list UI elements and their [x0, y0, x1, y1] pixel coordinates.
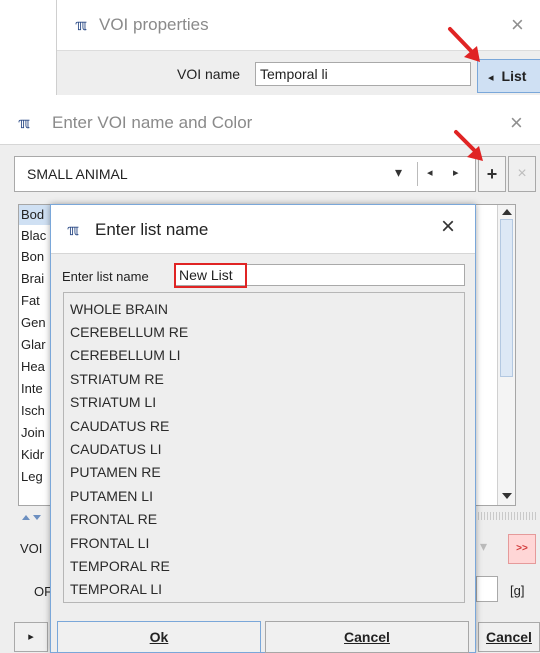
list-item[interactable]: STRIATUM RE	[70, 371, 164, 387]
highlight-box	[174, 263, 247, 288]
list-item[interactable]: Fat	[21, 293, 40, 308]
chevron-down-icon[interactable]: ▾	[480, 538, 487, 555]
unit-label: [g]	[510, 583, 525, 598]
list-item[interactable]: TEMPORAL RE	[70, 558, 170, 574]
app-logo-icon: ℼ	[75, 16, 87, 34]
chevron-down-icon[interactable]: ▾	[395, 164, 402, 181]
splitter-handle[interactable]	[20, 508, 50, 520]
combo-value: SMALL ANIMAL	[27, 166, 128, 182]
list-item[interactable]: Join	[21, 425, 45, 440]
voi-label: VOI	[20, 541, 43, 556]
red-pointer-arrow-icon	[454, 130, 483, 161]
list-item[interactable]: TEMPORAL LI	[70, 581, 162, 597]
value-input[interactable]	[476, 576, 498, 602]
list-item[interactable]: STRIATUM LI	[70, 394, 156, 410]
list-item[interactable]: Blac	[21, 228, 46, 243]
list-button[interactable]: ◂ List	[477, 59, 540, 93]
list-item[interactable]: WHOLE BRAIN	[70, 301, 168, 317]
app-logo-icon: ℼ	[18, 114, 30, 132]
remove-list-button[interactable]: ×	[508, 156, 536, 192]
scroll-thumb[interactable]	[500, 219, 513, 377]
list-item[interactable]: CEREBELLUM RE	[70, 324, 188, 340]
scroll-up-icon[interactable]	[502, 209, 512, 215]
list-item[interactable]: FRONTAL RE	[70, 511, 157, 527]
list-item[interactable]: PUTAMEN LI	[70, 488, 153, 504]
list-item[interactable]: CEREBELLUM LI	[70, 347, 180, 363]
list-item[interactable]: Bon	[21, 249, 44, 264]
ok-button-label: Ok	[149, 629, 169, 645]
list-item[interactable]: Hea	[21, 359, 45, 374]
cancel-button-label: Cancel	[344, 629, 390, 645]
voi-list-combobox[interactable]: SMALL ANIMAL ▾ ◂ ▸	[14, 156, 476, 192]
list-item[interactable]: Isch	[21, 403, 45, 418]
list-item[interactable]: Brai	[21, 271, 44, 286]
list-item[interactable]: Glar	[21, 337, 46, 352]
cancel-button[interactable]: Cancel	[265, 621, 469, 653]
enter-list-name-dialog: ℼ Enter list name × Enter list name New …	[50, 204, 476, 653]
voi-items-list[interactable]: WHOLE BRAIN CEREBELLUM RE CEREBELLUM LI …	[63, 292, 465, 603]
app-logo-icon: ℼ	[67, 221, 79, 239]
voi-name-label: VOI name	[177, 66, 241, 82]
list-item[interactable]: Inte	[21, 381, 43, 396]
ok-button[interactable]: Ok	[57, 621, 261, 653]
red-pointer-arrow-icon	[448, 27, 480, 62]
resize-grip	[478, 512, 538, 520]
list-item[interactable]: Kidr	[21, 447, 44, 462]
list-item[interactable]: PUTAMEN RE	[70, 464, 161, 480]
close-icon[interactable]: ×	[511, 14, 524, 36]
close-icon[interactable]: ×	[441, 215, 455, 239]
forward-button[interactable]: >>	[508, 534, 536, 564]
scroll-down-icon[interactable]	[502, 493, 512, 499]
voi-name-input[interactable]: Temporal li	[255, 62, 471, 86]
list-item[interactable]: Leg	[21, 469, 43, 484]
dialog-title: Enter list name	[95, 220, 209, 239]
list-item[interactable]: FRONTAL LI	[70, 535, 149, 551]
list-item[interactable]: Bod	[21, 207, 44, 222]
cancel-button[interactable]: Cancel	[478, 622, 540, 652]
list-button-label: List	[501, 68, 527, 84]
divider	[417, 162, 418, 186]
vertical-scrollbar[interactable]	[497, 205, 515, 505]
previous-icon[interactable]: ◂	[427, 166, 433, 179]
next-icon[interactable]: ▸	[453, 166, 459, 179]
list-item[interactable]: Gen	[21, 315, 46, 330]
expand-button[interactable]: ▸	[14, 622, 48, 652]
list-item[interactable]: CAUDATUS RE	[70, 418, 169, 434]
list-name-label: Enter list name	[62, 269, 149, 284]
close-icon[interactable]: ×	[510, 112, 523, 134]
list-item[interactable]: CAUDATUS LI	[70, 441, 162, 457]
window-title: Enter VOI name and Color	[52, 113, 253, 132]
chevron-left-icon: ◂	[488, 72, 494, 84]
window-title: VOI properties	[99, 15, 209, 34]
